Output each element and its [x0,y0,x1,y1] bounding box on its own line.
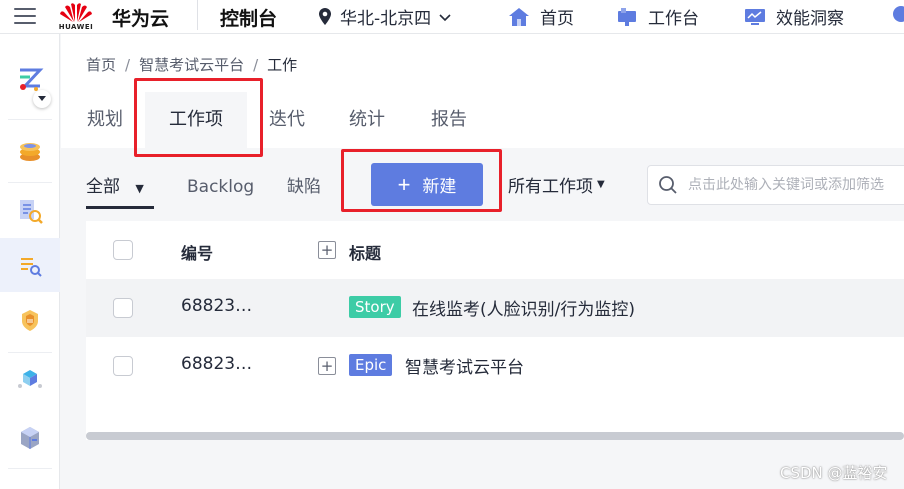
work-items-panel: 全部 ▼ Backlog 缺陷 + 新建 所有工作项 ▼ 编号 + 标题 [61,148,904,489]
filter-defect[interactable]: 缺陷 [287,172,321,202]
sidebar-item-cube[interactable] [0,352,60,406]
nav-workbench-label: 工作台 [648,9,699,29]
header-id: 编号 [181,244,214,263]
project-switch-toggle[interactable] [33,90,51,108]
tab-iterations[interactable]: 迭代 [257,92,317,148]
doc-search-icon [20,200,43,224]
logo-text: HUAWEI [58,23,94,31]
row-id[interactable]: 68823… [181,354,252,374]
server-box-icon [21,427,39,449]
sidebar-item-work[interactable] [0,238,60,292]
menu-icon[interactable] [14,5,36,27]
breadcrumb-separator: / [125,55,131,74]
tab-work-items[interactable]: 工作项 [145,92,247,148]
breadcrumb-current: 工作 [267,56,298,74]
search-box[interactable] [647,165,904,205]
location-pin-icon [319,7,331,25]
main-content: 首页 / 智慧考试云平台 / 工作 规划 工作项 迭代 统计 报告 全部 ▼ B… [61,34,904,489]
row-checkbox[interactable] [113,356,133,376]
breadcrumb: 首页 / 智慧考试云平台 / 工作 [86,54,297,75]
nav-workbench[interactable]: 工作台 [616,4,699,29]
header-divider [197,0,198,30]
sidebar-divider [8,182,52,183]
plus-icon: + [397,171,411,197]
tab-planning[interactable]: 规划 [75,92,135,148]
new-work-item-button[interactable]: + 新建 [371,163,483,206]
sidebar-item-shield[interactable] [0,293,60,347]
coin-stack-icon [20,143,40,161]
shield-badge-icon [22,310,38,331]
left-sidebar [0,34,60,489]
region-selector[interactable]: 华北-北京四 [318,4,451,29]
filter-backlog[interactable]: Backlog [187,172,254,202]
brand-name[interactable]: 华为云 [112,4,169,31]
filter-active-indicator [86,206,154,209]
sidebar-item-coins[interactable] [0,124,60,178]
sidebar-item-project[interactable] [0,52,60,106]
header-title: 标题 [349,244,382,263]
row-checkbox[interactable] [113,298,133,318]
home-icon [509,7,529,26]
work-items-icon [21,258,42,277]
nav-home-label: 首页 [540,9,574,29]
row-id[interactable]: 68823… [181,296,252,316]
search-input[interactable] [688,177,904,193]
search-icon [659,176,677,194]
all-work-items-dropdown[interactable]: 所有工作项 ▼ [508,172,605,197]
select-all-checkbox[interactable] [113,240,133,260]
region-label: 华北-北京四 [340,9,432,29]
tab-reports[interactable]: 报告 [419,92,479,148]
row-title[interactable]: 智慧考试云平台 [405,353,524,378]
project-logo-icon [20,68,44,91]
workbench-icon [618,7,636,26]
story-tag: Story [349,296,401,318]
table-row[interactable]: 68823… + Epic 智慧考试云平台 [86,337,904,395]
epic-tag: Epic [349,354,393,376]
all-work-items-label: 所有工作项 [508,177,593,197]
new-button-label: 新建 [422,177,457,196]
watermark: CSDN @蓝裕安 [780,464,888,482]
caret-down-icon [38,96,46,101]
expand-all-icon[interactable]: + [318,241,336,259]
table-row[interactable]: 68823… Story 在线监考(人脸识别/行为监控) [86,279,904,337]
caret-down-icon: ▼ [135,182,144,195]
nav-home[interactable]: 首页 [508,4,574,29]
nav-insight-label: 效能洞察 [776,9,844,29]
filter-all[interactable]: 全部 ▼ [86,172,144,202]
breadcrumb-separator: / [253,55,259,74]
sidebar-item-docs[interactable] [0,184,60,238]
breadcrumb-project[interactable]: 智慧考试云平台 [139,54,244,75]
console-link[interactable]: 控制台 [220,4,277,31]
work-items-table: 编号 + 标题 68823… Story 在线监考(人脸识别/行为监控) 688… [86,221,904,440]
expand-row-icon[interactable]: + [318,357,336,375]
insight-icon [745,8,765,25]
nav-insight[interactable]: 效能洞察 [744,4,844,29]
sidebar-item-server[interactable] [0,411,60,465]
filter-all-label: 全部 [86,177,120,197]
top-bar: HUAWEI 华为云 控制台 华北-北京四 首页 工作台 效能洞察 [0,0,904,34]
more-nav-icon [893,6,904,22]
breadcrumb-home[interactable]: 首页 [86,54,116,75]
caret-down-icon: ▼ [597,179,605,190]
horizontal-scrollbar[interactable] [86,432,904,440]
row-title[interactable]: 在线监考(人脸识别/行为监控) [412,295,635,320]
sidebar-divider [8,119,52,120]
main-tabs: 规划 工作项 迭代 统计 报告 [61,92,904,148]
chevron-down-icon [439,13,451,21]
tab-statistics[interactable]: 统计 [337,92,397,148]
table-header: 编号 + 标题 [86,221,904,279]
huawei-logo[interactable]: HUAWEI [58,1,94,31]
sidebar-divider [8,468,52,469]
cube-network-icon [18,370,42,388]
nav-more[interactable] [890,4,904,24]
